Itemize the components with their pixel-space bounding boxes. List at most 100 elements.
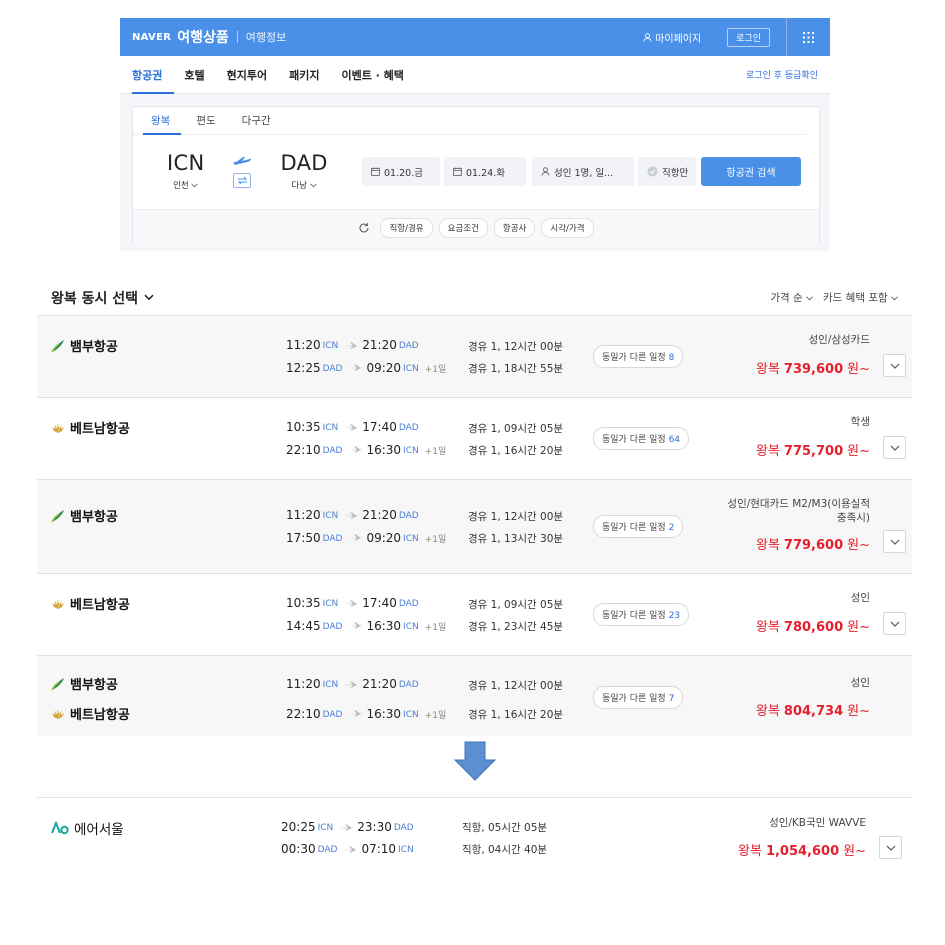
dep-airport: ICN — [322, 680, 339, 690]
return-date: 01.24.화 — [466, 167, 505, 179]
destination-selector[interactable]: DAD 다낭 — [280, 151, 327, 191]
results-list: 왕복 동시 선택 가격 순 카드 혜택 포함 뱀부항공 11:20 ICN 21:2… — [37, 280, 912, 736]
dep-airport: ICN — [322, 341, 339, 351]
arr-time: 16:30 — [366, 618, 402, 633]
price-label: 왕복 — [756, 538, 780, 553]
dep-time: 12:25 — [286, 360, 321, 375]
same-price-label: 동일가 다른 일정 — [602, 353, 666, 363]
swap-button[interactable] — [233, 173, 252, 188]
arr-time: 09:20 — [366, 360, 402, 375]
dep-airport: DAD — [322, 363, 343, 374]
direct-only-label: 직항만 — [662, 167, 689, 179]
same-price-schedules-button[interactable]: 동일가 다른 일정 7 — [593, 686, 684, 709]
expand-button[interactable] — [883, 436, 906, 459]
grade-check-link[interactable]: 로그인 후 등급확인 — [746, 68, 818, 81]
dep-airport: ICN — [317, 823, 334, 833]
tab-one-way[interactable]: 편도 — [186, 113, 225, 128]
filter-fare-conditions[interactable]: 요금조건 — [438, 218, 488, 238]
passenger-field[interactable]: 성인 1명, 일... — [532, 157, 634, 186]
airline-name: 베트남항공 — [51, 704, 130, 723]
same-price-schedules-button[interactable]: 동일가 다른 일정 23 — [593, 603, 690, 626]
return-duration: 경유 1, 23시간 45분 — [468, 621, 564, 633]
next-day-badge: +1일 — [424, 535, 447, 545]
next-day-badge: +1일 — [424, 711, 447, 721]
mypage-label: 마이페이지 — [655, 33, 702, 45]
filter-airline[interactable]: 항공사 — [493, 218, 536, 238]
arr-time: 23:30 — [357, 820, 392, 834]
brand-title[interactable]: 여행상품 — [177, 27, 229, 47]
same-price-schedules-button[interactable]: 동일가 다른 일정 64 — [593, 427, 690, 450]
flight-result-row[interactable]: 베트남항공 10:35 ICN 17:40 DAD 22:10 DAD 16:30 ICN +… — [37, 398, 912, 480]
travel-info-link[interactable]: 여행정보 — [246, 29, 286, 45]
flight-result-row[interactable]: 베트남항공 10:35 ICN 17:40 DAD 14:45 DAD 16:30 ICN +… — [37, 574, 912, 656]
nav-flights[interactable]: 항공권 — [132, 67, 162, 83]
flight-result-row[interactable]: 뱀부항공 11:20 ICN 21:20 DAD 12:25 DAD 09:20 ICN +1… — [37, 316, 912, 398]
login-button[interactable]: 로그인 — [727, 27, 770, 47]
arr-time: 17:40 — [362, 420, 397, 434]
mypage-link[interactable]: 마이페이지 — [643, 30, 701, 45]
price: 왕복 1,054,600 원~ — [738, 840, 866, 859]
chevron-down-icon — [309, 183, 317, 188]
nav-local-tours[interactable]: 현지투어 — [227, 67, 267, 83]
filter-direct-stopover[interactable]: 직항/경유 — [380, 218, 433, 238]
fare-condition: 성인/삼성카드 — [808, 334, 871, 346]
expand-button[interactable] — [883, 612, 906, 635]
header-divider — [236, 31, 238, 43]
arr-airport: ICN — [403, 533, 419, 544]
depart-date-field[interactable]: 01.20.금 — [362, 157, 440, 186]
arr-airport: DAD — [398, 599, 419, 609]
plane-arrow-icon — [348, 446, 363, 453]
origin-selector[interactable]: ICN 인천 — [167, 151, 204, 191]
nav-hotels[interactable]: 호텔 — [184, 67, 204, 83]
nav-packages[interactable]: 패키지 — [289, 67, 319, 83]
expand-button[interactable] — [883, 530, 906, 553]
chevron-down-icon — [890, 539, 899, 545]
fare-condition-line1: 성인/현대카드 M2/M3(이용실적 — [727, 498, 870, 510]
fare-condition-line2: 충족시) — [836, 511, 870, 524]
chevron-down-icon — [890, 621, 899, 627]
price-amount: 1,054,600 — [765, 844, 840, 859]
person-icon — [541, 167, 550, 176]
arr-airport: DAD — [398, 511, 419, 521]
results-title-dropdown[interactable]: 왕복 동시 선택 — [51, 288, 154, 308]
tab-round-trip[interactable]: 왕복 — [141, 113, 180, 128]
airline-label: 에어서울 — [74, 822, 124, 838]
filter-time-price[interactable]: 시각/가격 — [541, 218, 594, 238]
arr-time: 21:20 — [362, 338, 397, 352]
flight-result-row[interactable]: 뱀부항공 11:20 ICN 21:20 DAD 17:50 DAD 09:20 ICN +1… — [37, 480, 912, 574]
plane-arrow-icon — [348, 622, 363, 629]
dep-airport: ICN — [322, 423, 339, 433]
sort-card-dropdown[interactable]: 카드 혜택 포함 — [823, 290, 898, 305]
plane-arrow-icon — [348, 534, 363, 541]
flight-result-row[interactable]: 에어서울 20:25 ICN 23:30 DAD 00:30 DAD 07:10 ICN 직… — [37, 797, 912, 867]
chevron-down-icon — [890, 363, 899, 369]
price: 왕복 779,600 원~ — [756, 534, 870, 553]
nav-events[interactable]: 이벤트 · 혜택 — [341, 67, 403, 83]
fare-condition: 성인 — [850, 677, 870, 689]
direct-only-toggle[interactable]: 직항만 — [638, 157, 696, 186]
return-duration: 경유 1, 16시간 20분 — [468, 709, 564, 721]
same-price-schedules-button[interactable]: 동일가 다른 일정 2 — [593, 515, 684, 538]
down-arrow-icon — [454, 741, 496, 781]
expand-button[interactable] — [879, 836, 902, 859]
dep-airport: DAD — [317, 845, 338, 855]
flight-result-row[interactable]: 뱀부항공 베트남항공 11:20 ICN 21:20 DAD 22:10 DAD 16:3… — [37, 656, 912, 736]
return-duration: 직항, 04시간 40분 — [462, 844, 548, 856]
dep-time: 14:45 — [286, 618, 321, 633]
chevron-down-icon — [806, 296, 813, 301]
bamboo-airways-logo-icon — [51, 509, 64, 522]
return-date-field[interactable]: 01.24.화 — [444, 157, 526, 186]
flight-search-button[interactable]: 항공권 검색 — [701, 157, 801, 186]
apps-button[interactable] — [786, 18, 830, 56]
refresh-icon[interactable] — [358, 222, 370, 234]
next-day-badge: +1일 — [424, 623, 447, 633]
naver-logo[interactable]: NAVER — [132, 32, 171, 43]
passenger-summary: 성인 1명, 일... — [554, 167, 614, 179]
sort-price-dropdown[interactable]: 가격 순 — [770, 290, 813, 305]
chevron-down-icon — [191, 183, 199, 188]
price-unit: 원~ — [847, 620, 870, 635]
same-price-schedules-button[interactable]: 동일가 다른 일정 8 — [593, 345, 684, 368]
expand-button[interactable] — [883, 354, 906, 377]
plane-arrow-icon — [348, 710, 363, 717]
tab-multi-city[interactable]: 다구간 — [232, 113, 281, 128]
